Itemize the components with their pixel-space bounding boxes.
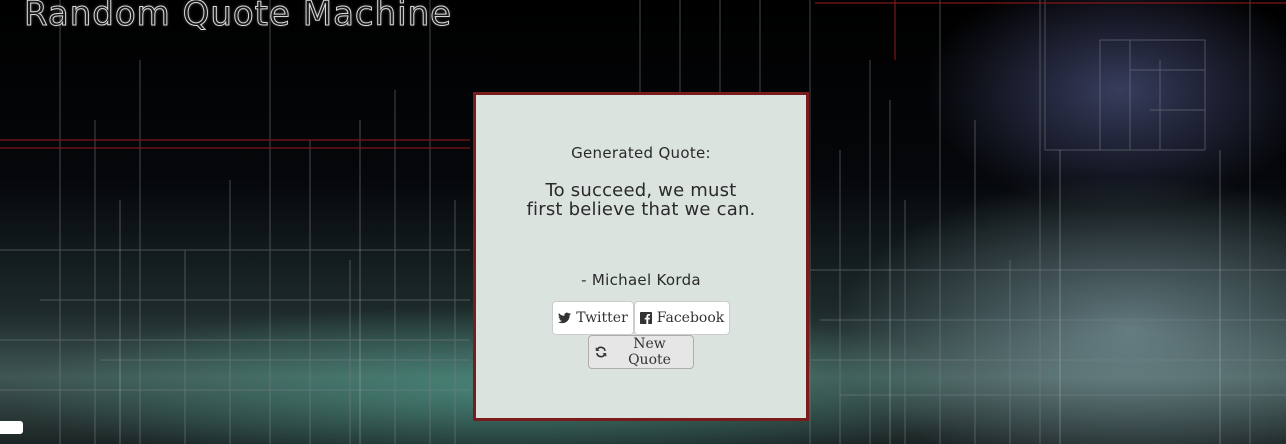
facebook-button[interactable]: Facebook (634, 301, 730, 335)
app-title: Random Quote Machine (23, 0, 453, 35)
refresh-icon (595, 346, 607, 358)
twitter-button[interactable]: Twitter (552, 301, 634, 335)
twitter-icon (558, 312, 572, 324)
facebook-button-label: Facebook (656, 310, 725, 326)
new-quote-button[interactable]: New Quote (588, 335, 694, 369)
facebook-icon (639, 312, 652, 324)
twitter-button-label: Twitter (576, 310, 628, 326)
quote-label: Generated Quote: (571, 144, 711, 162)
corner-tab[interactable] (0, 421, 23, 434)
quote-text: To succeed, we must first believe that w… (526, 180, 756, 220)
quote-box: Generated Quote: To succeed, we must fir… (473, 92, 809, 421)
quote-author: - Michael Korda (581, 271, 701, 289)
new-quote-button-label: New Quote (628, 336, 671, 368)
